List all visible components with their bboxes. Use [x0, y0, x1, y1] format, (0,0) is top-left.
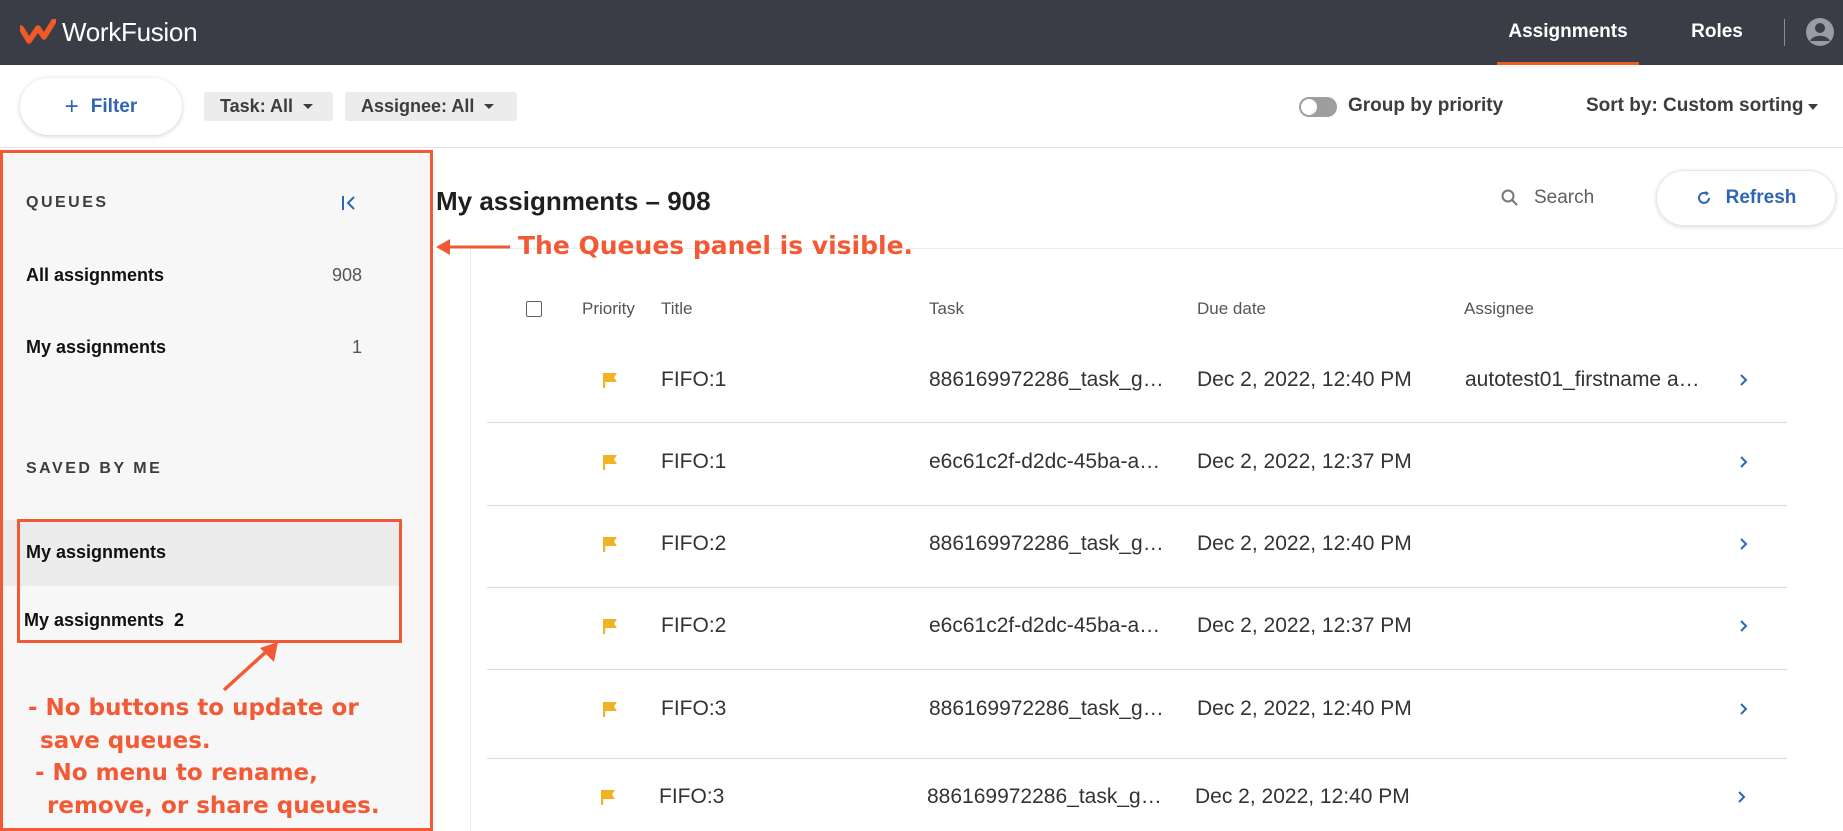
- task-filter-chip[interactable]: Task: All: [204, 92, 333, 121]
- app-root: WorkFusion Assignments Roles + Filter Ta…: [0, 0, 1843, 831]
- row-divider: [487, 758, 1787, 759]
- row-task: 886169972286_task_g…: [929, 697, 1164, 720]
- row-title: FIFO:3: [659, 785, 725, 808]
- tab-roles[interactable]: Roles: [1680, 0, 1754, 65]
- annotation-no-menu-line1: - No menu to rename,: [35, 760, 318, 786]
- annotation-no-menu-line2: remove, or share queues.: [47, 793, 380, 819]
- search-input[interactable]: Search: [1534, 187, 1594, 209]
- brand-name: WorkFusion: [62, 16, 198, 47]
- assignee-filter-chip[interactable]: Assignee: All: [345, 92, 517, 121]
- row-divider: [487, 587, 1787, 588]
- group-by-priority-toggle[interactable]: [1299, 97, 1337, 117]
- refresh-button[interactable]: Refresh: [1656, 170, 1836, 226]
- workfusion-logo-icon: [20, 19, 56, 44]
- caret-down-icon: [484, 104, 495, 109]
- column-header-assignee[interactable]: Assignee: [1464, 299, 1534, 319]
- plus-icon: +: [64, 92, 79, 120]
- annotation-panel-visible: The Queues panel is visible.: [518, 231, 914, 260]
- row-task: e6c61c2f-d2dc-45ba-a…: [929, 614, 1161, 637]
- assignee-filter-label: Assignee: All: [361, 96, 475, 116]
- row-title: FIFO:1: [661, 450, 727, 473]
- priority-flag-icon: [603, 702, 617, 717]
- column-header-title[interactable]: Title: [661, 299, 693, 319]
- row-task: 886169972286_task_g…: [929, 368, 1164, 391]
- row-task: 886169972286_task_g…: [929, 532, 1164, 555]
- page-title: My assignments – 908: [436, 186, 711, 216]
- refresh-icon: [1697, 191, 1710, 204]
- task-filter-label: Task: All: [220, 96, 294, 116]
- row-title: FIFO:2: [661, 614, 727, 637]
- priority-flag-icon: [601, 790, 615, 805]
- nav-divider: [1784, 19, 1785, 46]
- tab-assignments[interactable]: Assignments: [1497, 0, 1639, 65]
- priority-flag-icon: [603, 537, 617, 552]
- row-due-date: Dec 2, 2022, 12:37 PM: [1197, 614, 1412, 637]
- row-due-date: Dec 2, 2022, 12:40 PM: [1197, 532, 1412, 555]
- row-title: FIFO:1: [661, 368, 727, 391]
- search-icon[interactable]: [1500, 188, 1520, 208]
- annotation-arrow-left: [436, 239, 510, 255]
- row-divider: [487, 422, 1787, 423]
- select-all-checkbox[interactable]: [526, 301, 542, 317]
- brand[interactable]: WorkFusion: [20, 16, 198, 47]
- user-avatar-icon[interactable]: [1805, 17, 1835, 47]
- toggle-knob: [1301, 99, 1317, 115]
- annotation-saved-queues-highlight: [17, 519, 402, 643]
- column-header-due-date[interactable]: Due date: [1197, 299, 1266, 319]
- chevron-right-icon[interactable]: [1738, 702, 1748, 716]
- filter-button[interactable]: + Filter: [20, 78, 182, 135]
- filter-button-label: Filter: [90, 95, 138, 117]
- row-due-date: Dec 2, 2022, 12:40 PM: [1195, 785, 1410, 808]
- priority-flag-icon: [603, 455, 617, 470]
- priority-flag-icon: [603, 373, 617, 388]
- top-navigation-bar: WorkFusion Assignments Roles: [0, 0, 1843, 65]
- column-header-task[interactable]: Task: [929, 299, 964, 319]
- refresh-label: Refresh: [1725, 187, 1797, 208]
- row-assignee: autotest01_firstname a…: [1465, 368, 1700, 391]
- filter-bar: + Filter Task: All Assignee: All: [0, 65, 1843, 148]
- row-divider: [487, 669, 1787, 670]
- row-task: e6c61c2f-d2dc-45ba-a…: [929, 450, 1161, 473]
- caret-down-icon: [303, 104, 314, 109]
- row-due-date: Dec 2, 2022, 12:40 PM: [1197, 368, 1412, 391]
- sort-dropdown[interactable]: Sort by: Custom sorting: [1586, 95, 1803, 117]
- row-divider: [487, 505, 1787, 506]
- row-due-date: Dec 2, 2022, 12:37 PM: [1197, 450, 1412, 473]
- row-title: FIFO:3: [661, 697, 727, 720]
- chevron-right-icon[interactable]: [1738, 619, 1748, 633]
- row-due-date: Dec 2, 2022, 12:40 PM: [1197, 697, 1412, 720]
- group-by-priority-label: Group by priority: [1348, 95, 1504, 116]
- chevron-right-icon[interactable]: [1738, 537, 1748, 551]
- row-title: FIFO:2: [661, 532, 727, 555]
- chevron-right-icon[interactable]: [1736, 790, 1746, 804]
- row-task: 886169972286_task_g…: [927, 785, 1162, 808]
- priority-flag-icon: [603, 619, 617, 634]
- chevron-right-icon[interactable]: [1738, 455, 1748, 469]
- annotation-no-buttons-line2: save queues.: [40, 728, 211, 754]
- column-header-priority[interactable]: Priority: [582, 299, 635, 319]
- caret-down-icon[interactable]: [1808, 104, 1818, 110]
- chevron-right-icon[interactable]: [1738, 373, 1748, 387]
- annotation-arrow-up: [222, 642, 278, 692]
- annotation-no-buttons-line1: - No buttons to update or: [28, 695, 359, 721]
